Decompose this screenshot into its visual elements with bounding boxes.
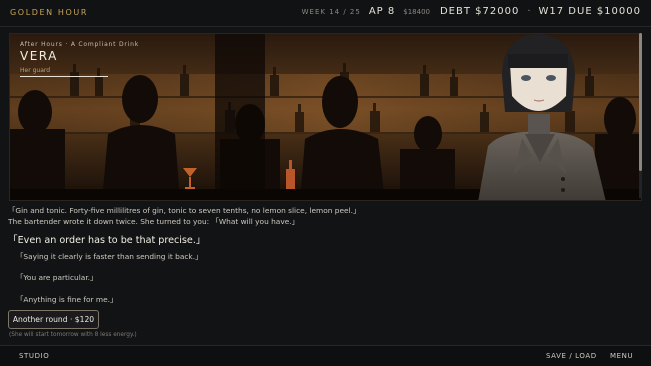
choice-option[interactable]: 「You are particular.」 xyxy=(16,272,97,283)
character-role: Her guard xyxy=(20,67,51,74)
scene-illustration: After Hours · A Compliant Drink VERA Her… xyxy=(9,33,642,201)
dialogue-box: 「Gin and tonic. Forty-five millilitres o… xyxy=(8,205,628,246)
dialogue-line: 「Gin and tonic. Forty-five millilitres o… xyxy=(8,206,361,215)
save-load-button[interactable]: SAVE / LOAD xyxy=(546,352,597,360)
bottom-bar: STUDIO SAVE / LOAD MENU xyxy=(0,345,651,366)
top-bar: GOLDEN HOUR WEEK 14 / 25 AP 8 $18400 DEB… xyxy=(0,0,651,27)
another-round-button[interactable]: Another round · $120 xyxy=(8,310,99,329)
debt-amount: DEBT $72000 xyxy=(439,6,520,17)
character-name: VERA xyxy=(20,49,58,63)
scene-header: After Hours · A Compliant Drink VERA Her… xyxy=(20,41,139,77)
studio-button[interactable]: STUDIO xyxy=(19,352,49,360)
game-title: GOLDEN HOUR xyxy=(10,8,89,17)
menu-button[interactable]: MENU xyxy=(610,352,633,360)
week-counter: WEEK 14 / 25 xyxy=(301,8,361,16)
name-underline xyxy=(20,76,108,77)
stats-bar: WEEK 14 / 25 AP 8 $18400 DEBT $72000 · W… xyxy=(302,6,641,20)
scrollbar[interactable] xyxy=(639,33,642,198)
action-note: (She will start tomorrow with 8 less ene… xyxy=(9,332,137,338)
scrollbar-thumb[interactable] xyxy=(639,33,642,171)
dialogue-line: The bartender wrote it down twice. She t… xyxy=(8,217,299,226)
payment-due: W17 DUE $10000 xyxy=(538,6,641,17)
money-balance: $18400 xyxy=(403,8,430,16)
dialogue-emphasis: 「Even an order has to be that precise.」 xyxy=(8,235,206,246)
choice-option[interactable]: 「Saying it clearly is faster than sendin… xyxy=(16,251,202,262)
stats-separator: · xyxy=(527,6,531,17)
scene-chapter-title: After Hours · A Compliant Drink xyxy=(20,41,140,48)
choice-option[interactable]: 「Anything is fine for me.」 xyxy=(16,294,117,305)
action-points: AP 8 xyxy=(368,6,396,17)
